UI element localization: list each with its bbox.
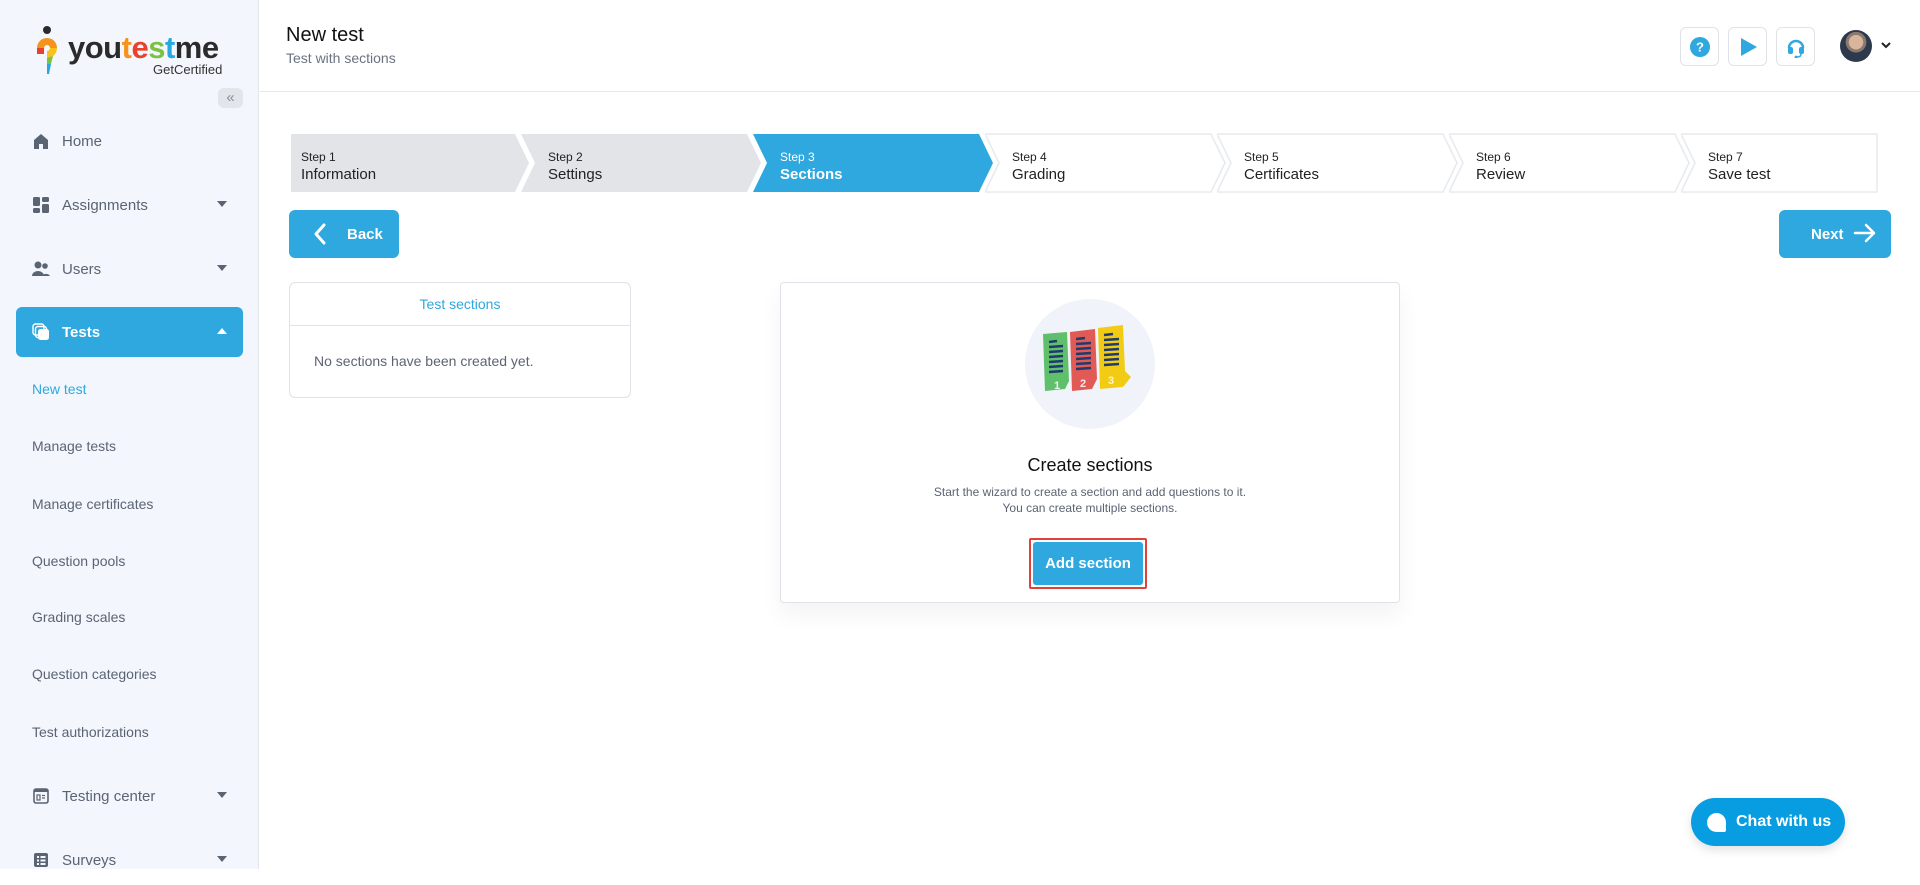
chevron-down-icon: [217, 201, 227, 207]
numbered-folders-icon: 1 2 3: [1043, 325, 1131, 392]
step-5[interactable]: Step 5 Certificates: [1217, 133, 1458, 193]
step-number: Step 2: [548, 150, 583, 164]
step-6[interactable]: Step 6 Review: [1449, 133, 1690, 193]
sidebar-subitem-question-pools[interactable]: Question pools: [32, 553, 125, 569]
brand-tagline: GetCertified: [153, 62, 223, 77]
surveys-icon: [32, 851, 50, 869]
sidebar-subitem-new-test[interactable]: New test: [32, 381, 86, 397]
step-1[interactable]: Step 1 Information: [289, 133, 529, 193]
step-number: Step 6: [1476, 150, 1511, 164]
svg-text:3: 3: [1108, 375, 1114, 387]
create-sections-card: 1 2 3 Create sections Start the wizard t…: [780, 282, 1400, 603]
logo-mark-icon: [37, 26, 57, 74]
back-button-label: Back: [347, 225, 383, 243]
chat-with-us-button[interactable]: Chat with us: [1691, 798, 1845, 846]
chevron-down-icon[interactable]: [1880, 40, 1892, 50]
page-title: New test: [286, 24, 364, 46]
test-sections-title: Test sections: [290, 283, 630, 326]
add-section-button-label: Add section: [1033, 542, 1143, 585]
step-label: Review: [1476, 166, 1526, 183]
home-icon: [32, 132, 50, 150]
svg-text:?: ?: [1696, 39, 1704, 54]
assignments-icon: [32, 196, 50, 214]
tests-icon: [32, 323, 50, 341]
chevron-down-icon: [217, 792, 227, 798]
sidebar-item-label: Users: [62, 260, 102, 278]
step-3[interactable]: Step 3 Sections: [753, 133, 993, 193]
step-2[interactable]: Step 2 Settings: [521, 133, 761, 193]
add-section-button[interactable]: Add section: [1029, 538, 1147, 589]
sidebar-item-home[interactable]: Home: [16, 116, 243, 166]
headset-icon: [1787, 39, 1804, 58]
description-line-2: You can create multiple sections.: [1002, 501, 1178, 515]
sections-illustration: 1 2 3: [1025, 299, 1155, 429]
play-icon: [1740, 37, 1757, 56]
step-label: Settings: [548, 166, 603, 183]
double-chevron-left-icon: «: [226, 89, 235, 106]
sidebar-subitem-manage-certificates[interactable]: Manage certificates: [32, 496, 153, 512]
create-sections-title: Create sections: [1027, 455, 1153, 475]
sidebar-item-tests[interactable]: Tests: [16, 307, 243, 357]
step-label: Certificates: [1244, 166, 1320, 183]
testing-center-icon: [32, 787, 50, 805]
sidebar-subitem-manage-tests[interactable]: Manage tests: [32, 438, 116, 454]
sidebar-item-label: Surveys: [62, 851, 117, 869]
help-button[interactable]: ?: [1680, 27, 1719, 66]
brand-logo[interactable]: youtestme GetCertified: [34, 26, 234, 77]
chevron-down-icon: [217, 856, 227, 862]
chevron-up-icon: [217, 328, 227, 334]
collapse-sidebar-button[interactable]: «: [218, 88, 243, 108]
sidebar: youtestme GetCertified « Home Assignment…: [0, 0, 259, 869]
page-subtitle: Test with sections: [286, 50, 396, 66]
sidebar-item-testing-center[interactable]: Testing center: [16, 771, 243, 821]
step-4[interactable]: Step 4 Grading: [985, 133, 1226, 193]
wizard-stepper: Step 1 Information Step 2 Settings Step 3 Sec…: [289, 133, 1891, 193]
step-number: Step 5: [1244, 150, 1279, 164]
test-sections-panel: Test sections No sections have been crea…: [289, 282, 631, 398]
page-header: New test Test with sections ?: [260, 0, 1920, 92]
back-button[interactable]: Back: [289, 210, 399, 258]
create-sections-description: Start the wizard to create a section and…: [781, 484, 1399, 516]
description-line-1: Start the wizard to create a section and…: [933, 485, 1247, 499]
chat-bubble-icon: [1707, 812, 1726, 832]
arrow-right-icon: [1853, 223, 1876, 243]
sidebar-subitem-question-categories[interactable]: Question categories: [32, 666, 157, 682]
step-number: Step 4: [1012, 150, 1047, 164]
step-label: Sections: [780, 166, 843, 183]
sidebar-item-label: Assignments: [62, 196, 148, 214]
next-button[interactable]: Next: [1779, 210, 1891, 258]
next-button-label: Next: [1811, 225, 1844, 243]
step-label: Information: [301, 166, 377, 183]
sidebar-item-label: Home: [62, 132, 103, 150]
chevron-down-icon: [217, 265, 227, 271]
step-number: Step 7: [1708, 150, 1743, 164]
sidebar-subitem-grading-scales[interactable]: Grading scales: [32, 609, 125, 625]
users-icon: [32, 260, 50, 278]
step-label: Grading: [1012, 166, 1066, 183]
help-icon: ?: [1689, 36, 1710, 57]
sidebar-item-surveys[interactable]: Surveys: [16, 835, 243, 885]
empty-sections-message: No sections have been created yet.: [314, 353, 534, 369]
play-tutorial-button[interactable]: [1728, 27, 1767, 66]
step-number: Step 3: [780, 150, 815, 164]
chat-label: Chat with us: [1736, 813, 1832, 830]
svg-text:1: 1: [1054, 380, 1060, 392]
step-label: Save test: [1708, 166, 1771, 183]
brand-name: youtestme: [68, 30, 219, 65]
step-7[interactable]: Step 7 Save test: [1681, 133, 1913, 193]
support-button[interactable]: [1776, 27, 1815, 66]
sidebar-subitem-test-authorizations[interactable]: Test authorizations: [32, 724, 149, 740]
chevron-left-icon: [314, 223, 326, 245]
user-avatar[interactable]: [1840, 30, 1872, 62]
svg-text:2: 2: [1080, 378, 1086, 390]
sidebar-item-assignments[interactable]: Assignments: [16, 180, 243, 230]
sidebar-item-label: Tests: [62, 323, 101, 341]
sidebar-item-label: Testing center: [62, 787, 156, 805]
sidebar-item-users[interactable]: Users: [16, 244, 243, 294]
step-number: Step 1: [301, 150, 336, 164]
